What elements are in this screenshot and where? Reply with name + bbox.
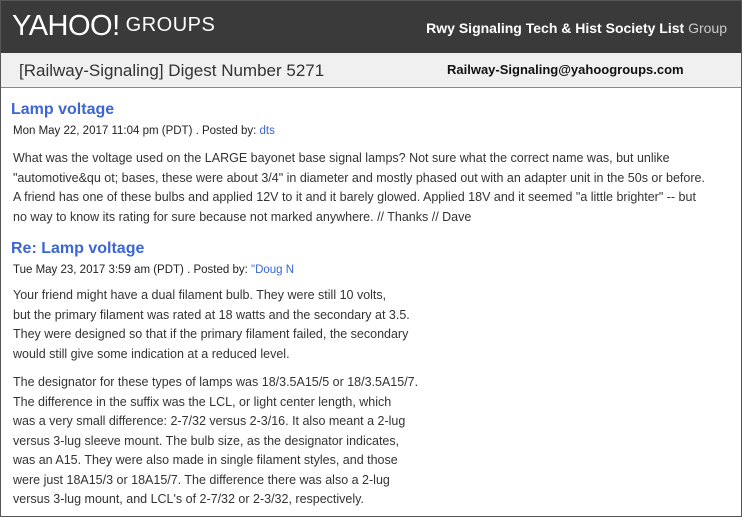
logo-yahoo-text: YAHOO! — [12, 10, 120, 42]
group-name-heading[interactable]: Rwy Signaling Tech & Hist Society List G… — [426, 20, 727, 36]
message-body: The designator for these types of lamps … — [13, 373, 735, 510]
body-line: was an A15. They were also made in singl… — [13, 453, 398, 467]
body-line: Your friend might have a dual filament b… — [13, 288, 387, 302]
body-line: "automotive&qu ot; bases, these were abo… — [13, 170, 705, 185]
message-date: Mon May 22, 2017 11:04 pm (PDT) . Posted… — [13, 125, 257, 137]
body-line: was a very small difference: 2-7/32 vers… — [13, 414, 406, 428]
top-header-bar: YAHOO! GROUPS Rwy Signaling Tech & Hist S… — [1, 1, 741, 53]
body-line: The designator for these types of lamps … — [13, 375, 419, 389]
body-line: versus 3-lug sleeve mount. The bulb size… — [13, 433, 400, 448]
list-email-address[interactable]: Railway-Signaling@yahoogroups.com — [447, 62, 684, 77]
message-meta: Tue May 23, 2017 3:59 am (PDT) . Posted … — [13, 264, 294, 276]
yahoo-groups-logo[interactable]: YAHOO! GROUPS — [12, 10, 215, 43]
author-link[interactable]: "Doug N — [251, 264, 294, 276]
message-body: Your friend might have a dual filament b… — [13, 286, 735, 364]
body-line: versus 3-lug mount, and LCL's of 2-7/32 … — [13, 492, 364, 506]
body-line: A friend has one of these bulbs and appl… — [13, 190, 696, 204]
digest-subheader: [Railway-Signaling] Digest Number 5271 R… — [1, 53, 741, 88]
message-meta: Mon May 22, 2017 11:04 pm (PDT) . Posted… — [13, 125, 275, 137]
body-line: They were designed so that if the primar… — [13, 327, 409, 341]
author-link[interactable]: dts — [260, 125, 275, 137]
body-line: What was the voltage used on the LARGE b… — [13, 151, 670, 165]
group-suffix-text: Group — [688, 20, 727, 36]
body-line: no way to know its rating for sure becau… — [13, 209, 472, 224]
body-line: were just 18A15/3 or 18A15/7. The differ… — [13, 472, 390, 487]
body-line: but the primary filament was rated at 18… — [13, 307, 410, 322]
logo-groups-text: GROUPS — [125, 14, 216, 36]
message-title[interactable]: Lamp voltage — [11, 101, 114, 119]
message-title[interactable]: Re: Lamp voltage — [11, 240, 144, 258]
body-line: would still give some indication at a re… — [13, 346, 290, 361]
message-date: Tue May 23, 2017 3:59 am (PDT) . Posted … — [13, 264, 248, 276]
group-name-text: Rwy Signaling Tech & Hist Society List — [426, 20, 685, 36]
message-body: What was the voltage used on the LARGE b… — [13, 149, 735, 227]
body-line: The difference in the suffix was the LCL… — [13, 394, 392, 409]
digest-title: [Railway-Signaling] Digest Number 5271 — [19, 61, 325, 80]
digest-page: YAHOO! GROUPS Rwy Signaling Tech & Hist S… — [0, 0, 742, 517]
